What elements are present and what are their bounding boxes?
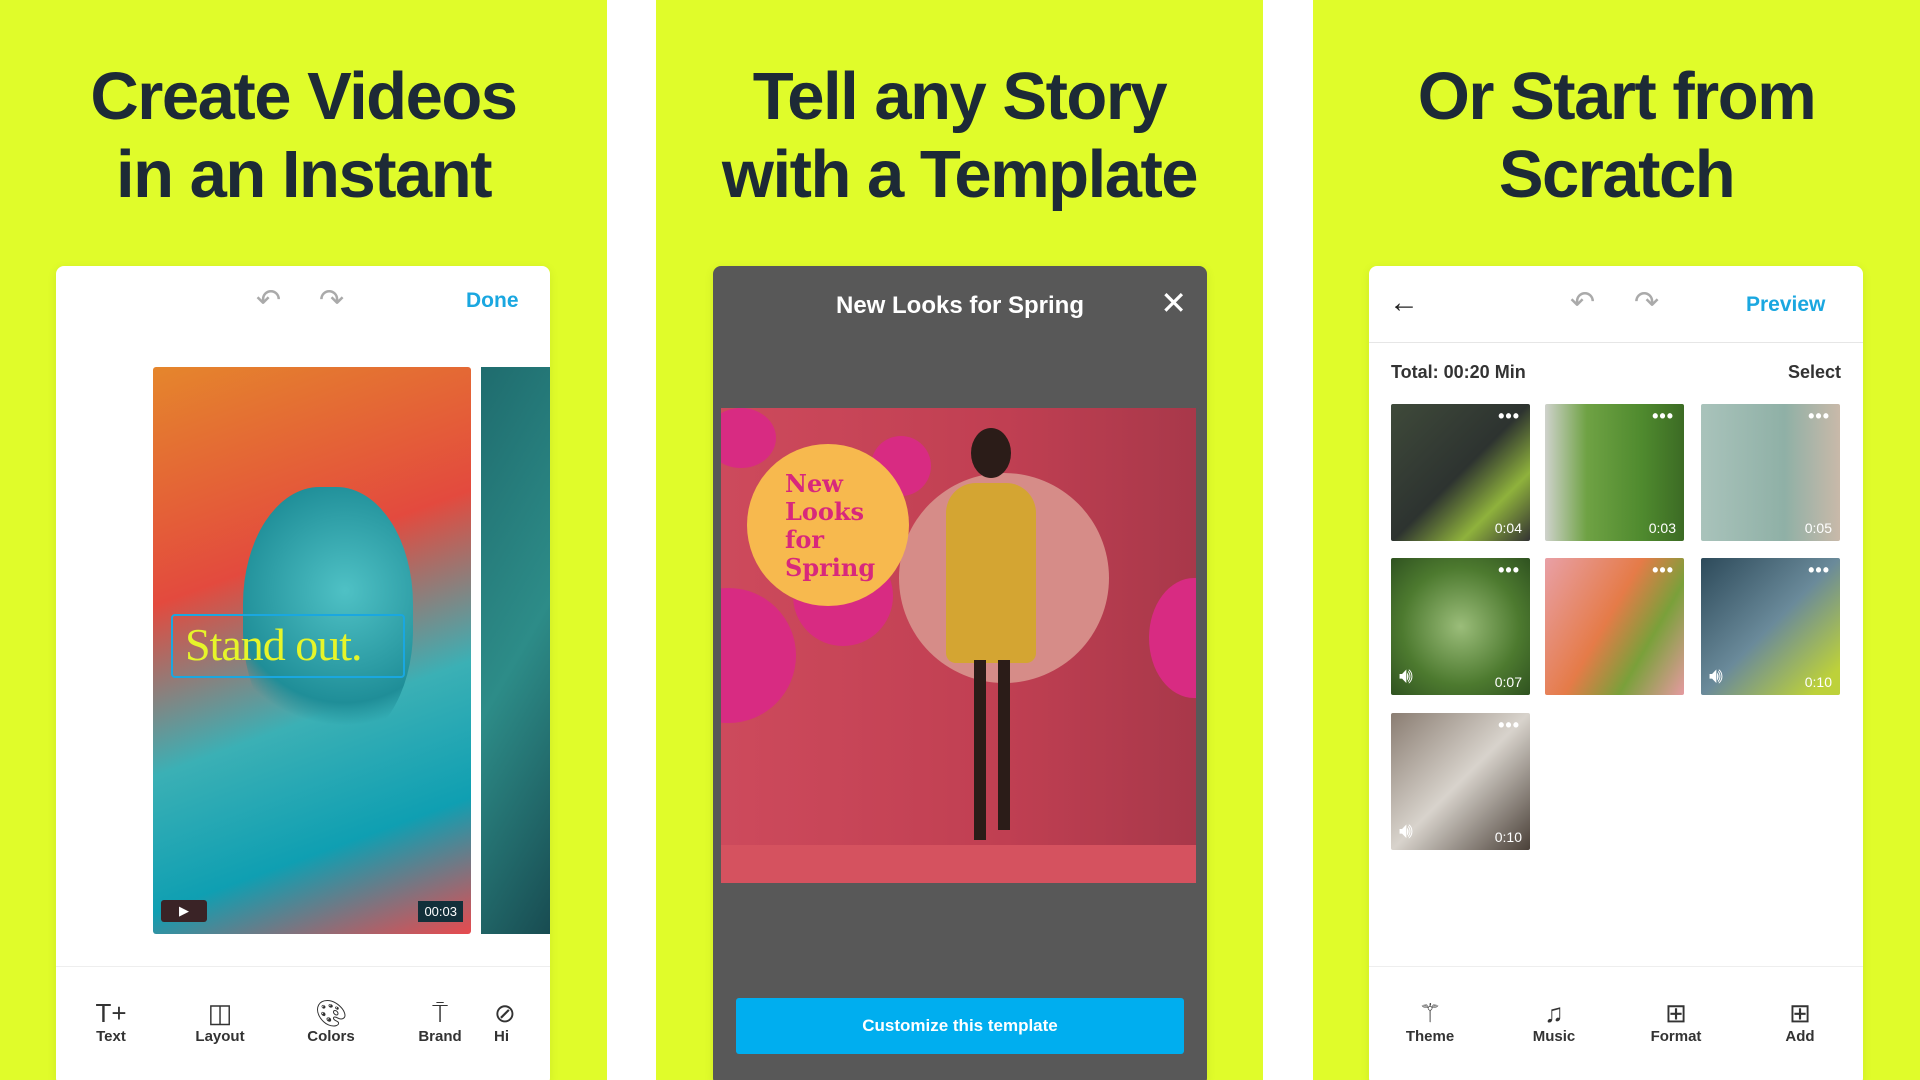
headline-line: Tell any Story: [752, 59, 1168, 134]
decor-circle: [721, 408, 776, 468]
undo-icon[interactable]: ↶: [1570, 288, 1595, 318]
clip-duration: 0:10: [1804, 674, 1832, 690]
hide-icon: ⊘: [494, 998, 516, 1028]
clip-duration: 0:04: [1494, 520, 1522, 536]
tool-theme[interactable]: ⚚ Theme: [1385, 998, 1475, 1045]
tool-label: Layout: [195, 1028, 245, 1045]
badge-line: for: [785, 525, 824, 554]
clip-thumbnail[interactable]: ••• 0:04: [1391, 404, 1530, 541]
tool-label: Theme: [1405, 1028, 1455, 1045]
clip-thumbnail[interactable]: •••: [1545, 558, 1684, 695]
template-modal: New Looks for Spring ✕ New Looks for Spring…: [713, 266, 1207, 1080]
sound-icon[interactable]: 🔊︎: [1399, 663, 1413, 689]
clip-duration: 0:07: [1494, 674, 1522, 690]
panel-create-videos: Create Videos in an Instant ↶ ↷ Done Stan…: [0, 0, 607, 1080]
more-options-icon[interactable]: •••: [1808, 560, 1830, 581]
clip-thumbnail[interactable]: ••• 🔊︎ 0:10: [1701, 558, 1840, 695]
layout-icon: ◫: [207, 998, 233, 1028]
tool-format[interactable]: ⊞ Format: [1631, 998, 1721, 1045]
headline-line: in an Instant: [115, 137, 493, 212]
decor-circle: [721, 588, 796, 723]
more-options-icon[interactable]: •••: [1808, 406, 1830, 427]
clip-duration: 0:10: [1494, 829, 1522, 845]
tool-label: Hi: [494, 1028, 509, 1045]
modal-title: New Looks for Spring: [835, 292, 1084, 319]
customize-template-button[interactable]: Customize this template: [736, 998, 1184, 1054]
select-button[interactable]: Select: [1788, 362, 1841, 383]
sound-icon[interactable]: 🔊︎: [1399, 818, 1413, 844]
headline-line: Create Videos: [90, 59, 518, 134]
tool-label: Music: [1532, 1028, 1576, 1045]
video-slide[interactable]: Stand out. ▶ 00:03: [153, 367, 471, 934]
clip-thumbnail[interactable]: ••• 🔊︎ 0:07: [1391, 558, 1530, 695]
format-icon: ⊞: [1665, 998, 1687, 1028]
redo-icon[interactable]: ↷: [319, 286, 344, 316]
sound-icon[interactable]: 🔊︎: [1709, 663, 1723, 689]
badge-line: Spring: [785, 553, 876, 582]
headline-line: with a Template: [721, 137, 1199, 212]
clip-duration: 0:03: [1648, 520, 1676, 536]
undo-icon[interactable]: ↶: [256, 286, 281, 316]
tool-label: Format: [1650, 1028, 1702, 1045]
text-add-icon: T+: [95, 998, 127, 1028]
model-figure: [946, 428, 1036, 868]
headline: Or Start from Scratch: [1313, 58, 1920, 214]
close-icon[interactable]: ✕: [1160, 284, 1187, 322]
tool-add[interactable]: ⊞ Add: [1755, 998, 1845, 1045]
next-slide[interactable]: [481, 367, 550, 934]
tool-brand[interactable]: ⍑ Brand: [395, 998, 485, 1045]
done-button[interactable]: Done: [466, 289, 519, 313]
caption-box[interactable]: Stand out.: [171, 614, 405, 678]
add-box-icon: ⊞: [1789, 998, 1811, 1028]
more-options-icon[interactable]: •••: [1498, 715, 1520, 736]
tool-text[interactable]: T+ Text: [66, 998, 156, 1045]
tool-layout[interactable]: ◫ Layout: [175, 998, 265, 1045]
more-options-icon[interactable]: •••: [1652, 560, 1674, 581]
back-arrow-icon[interactable]: ←: [1389, 288, 1419, 318]
tool-music[interactable]: ♫ Music: [1509, 998, 1599, 1045]
clip-thumbnail[interactable]: ••• 0:03: [1545, 404, 1684, 541]
play-icon[interactable]: ▶: [161, 900, 207, 922]
more-options-icon[interactable]: •••: [1498, 560, 1520, 581]
editor-card: ↶ ↷ Done Stand out. ▶ 00:03 T+ Text ◫ Layo…: [56, 266, 550, 1080]
total-duration: Total: 00:20 Min: [1391, 362, 1526, 382]
headline-line: Scratch: [1498, 137, 1736, 212]
more-options-icon[interactable]: •••: [1498, 406, 1520, 427]
headline-badge: New Looks for Spring: [747, 444, 909, 606]
music-note-icon: ♫: [1544, 998, 1564, 1028]
tool-hide[interactable]: ⊘ Hi: [494, 998, 550, 1045]
tool-colors[interactable]: 🎨︎ Colors: [286, 998, 376, 1045]
decor-circle: [1149, 578, 1196, 698]
tool-label: Text: [96, 1028, 126, 1045]
palette-icon: 🎨︎: [314, 998, 348, 1028]
tool-label: Colors: [307, 1028, 355, 1045]
tool-label: Brand: [418, 1028, 462, 1045]
badge-line: Looks: [785, 497, 865, 526]
panel-template: Tell any Story with a Template New Looks …: [656, 0, 1263, 1080]
preview-button[interactable]: Preview: [1746, 293, 1825, 317]
panel-scratch: Or Start from Scratch ← ↶ ↷ Preview Total…: [1313, 0, 1920, 1080]
divider: [56, 966, 550, 967]
badge-line: New: [785, 469, 843, 498]
divider: [1369, 966, 1863, 967]
headline-line: Or Start from: [1417, 59, 1817, 134]
more-options-icon[interactable]: •••: [1652, 406, 1674, 427]
duration-badge: 00:03: [418, 901, 463, 922]
redo-icon[interactable]: ↷: [1634, 288, 1659, 318]
project-card: ← ↶ ↷ Preview Total: 00:20 Min Select ••…: [1369, 266, 1863, 1080]
clip-duration: 0:05: [1804, 520, 1832, 536]
paint-roller-icon: ⍑: [432, 998, 448, 1028]
clip-thumbnail[interactable]: ••• 🔊︎ 0:10: [1391, 713, 1530, 850]
clip-thumbnail[interactable]: ••• 0:05: [1701, 404, 1840, 541]
template-preview[interactable]: New Looks for Spring: [721, 408, 1196, 883]
tool-label: Add: [1785, 1028, 1815, 1045]
divider: [1369, 342, 1863, 343]
headline: Tell any Story with a Template: [656, 58, 1263, 214]
magic-wand-icon: ⚚: [1418, 998, 1442, 1028]
headline: Create Videos in an Instant: [0, 58, 607, 214]
